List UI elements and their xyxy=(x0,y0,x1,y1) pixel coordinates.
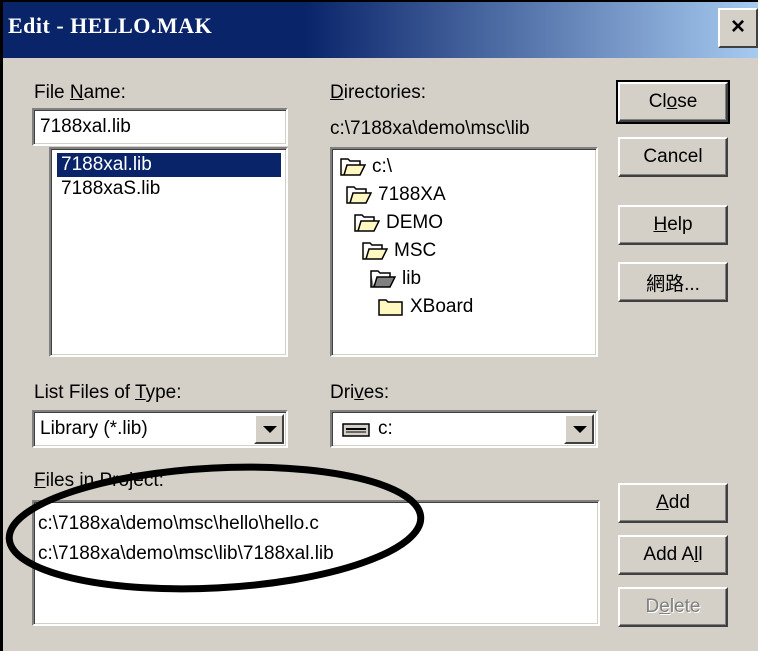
close-icon: × xyxy=(730,13,745,40)
drive-icon xyxy=(342,423,370,437)
list-files-type-label: List Files of Type: xyxy=(34,382,182,403)
window-title: Edit - HELLO.MAK xyxy=(8,13,213,38)
directory-item-label: 7188XA xyxy=(378,184,446,205)
directory-item[interactable]: XBoard xyxy=(378,293,473,321)
add-all-button[interactable]: Add All xyxy=(618,535,728,575)
file-type-select[interactable]: Library (*.lib) xyxy=(32,410,288,448)
file-type-value: Library (*.lib) xyxy=(40,418,148,439)
file-list-item[interactable]: 7188xaS.lib xyxy=(57,177,164,201)
open-folder-icon xyxy=(362,242,388,260)
help-button[interactable]: Help xyxy=(618,205,728,245)
open-folder-icon xyxy=(340,158,366,176)
drive-select[interactable]: c: xyxy=(330,410,598,448)
file-name-input[interactable]: 7188xal.lib xyxy=(32,108,288,146)
close-window-button[interactable]: × xyxy=(718,8,758,48)
file-list[interactable]: 7188xal.lib 7188xaS.lib xyxy=(49,147,288,357)
open-folder-icon xyxy=(346,186,372,204)
annotation-ellipse xyxy=(5,463,425,593)
directory-item[interactable]: DEMO xyxy=(354,209,443,237)
directory-item-label: DEMO xyxy=(386,212,443,233)
chevron-down-icon[interactable] xyxy=(254,414,284,444)
folder-icon xyxy=(378,299,403,316)
chevron-down-icon[interactable] xyxy=(564,414,594,444)
directory-item[interactable]: 7188XA xyxy=(346,181,446,209)
open-folder-icon xyxy=(370,270,396,288)
file-list-item[interactable]: 7188xal.lib xyxy=(57,153,281,177)
directory-tree[interactable]: c:\ 7188XA DEMO MSC lib XBoard xyxy=(330,147,598,357)
network-button[interactable]: 網路... xyxy=(618,262,728,302)
current-directory: c:\7188xa\demo\msc\lib xyxy=(330,118,530,139)
close-button[interactable]: Cl o se xyxy=(616,80,730,124)
drives-label: Drives: xyxy=(330,382,390,403)
drive-value: c: xyxy=(378,418,393,439)
directory-item[interactable]: MSC xyxy=(362,237,436,265)
delete-button[interactable]: De lete xyxy=(618,587,728,627)
directory-item-label: MSC xyxy=(394,240,437,261)
add-button[interactable]: Add xyxy=(618,483,728,523)
directory-item-label: c:\ xyxy=(372,156,393,177)
file-name-label: File Name: xyxy=(34,82,126,103)
directory-item[interactable]: c:\ xyxy=(340,153,392,181)
directories-label: Directories: xyxy=(330,82,427,103)
cancel-button[interactable]: Cancel xyxy=(618,137,728,177)
open-folder-icon xyxy=(354,214,380,232)
directory-item-label: XBoard xyxy=(410,296,474,317)
file-name-value: 7188xal.lib xyxy=(40,116,131,137)
directory-item-label: lib xyxy=(402,268,422,289)
directory-item[interactable]: lib xyxy=(370,265,421,293)
